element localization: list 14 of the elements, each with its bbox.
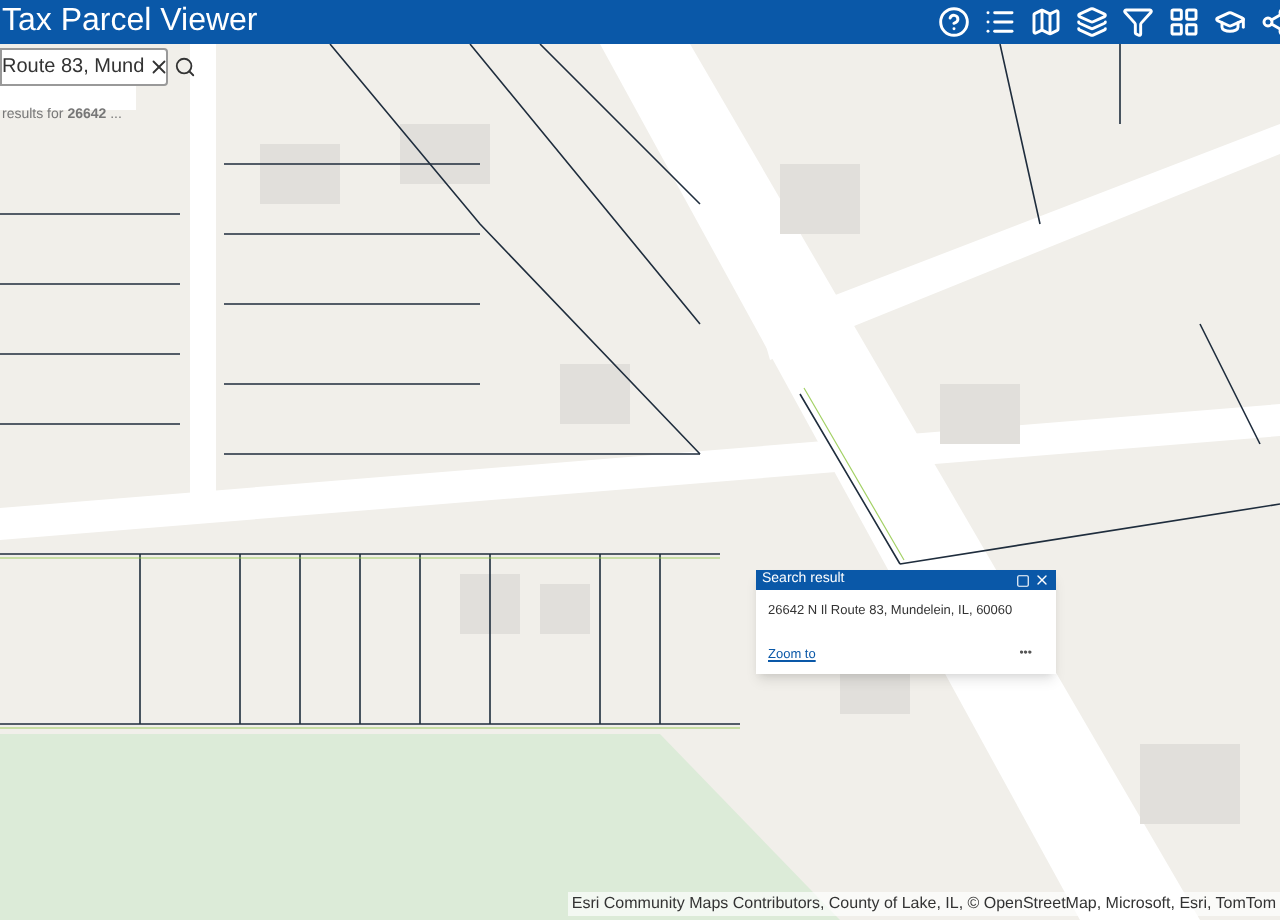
search-icon[interactable] xyxy=(174,56,197,78)
help-icon[interactable] xyxy=(938,6,970,38)
layers-icon[interactable] xyxy=(1076,6,1108,38)
filter-icon[interactable] xyxy=(1122,6,1154,38)
maximize-icon[interactable] xyxy=(1016,572,1030,588)
search-value: Route 83, Mund xyxy=(2,54,145,82)
list-icon[interactable] xyxy=(984,6,1016,38)
app-title: Tax Parcel Viewer xyxy=(0,2,258,42)
map-icon[interactable] xyxy=(1030,6,1062,38)
close-icon[interactable] xyxy=(148,56,171,78)
close-icon[interactable] xyxy=(1034,572,1050,588)
map-attribution: Esri Community Maps Contributors, County of Lake, IL, © OpenStreetMap, Microsoft, Esri, TomTom xyxy=(567,892,1280,916)
grid-icon[interactable] xyxy=(1168,6,1200,38)
graduation-cap-icon[interactable] xyxy=(1214,6,1246,38)
